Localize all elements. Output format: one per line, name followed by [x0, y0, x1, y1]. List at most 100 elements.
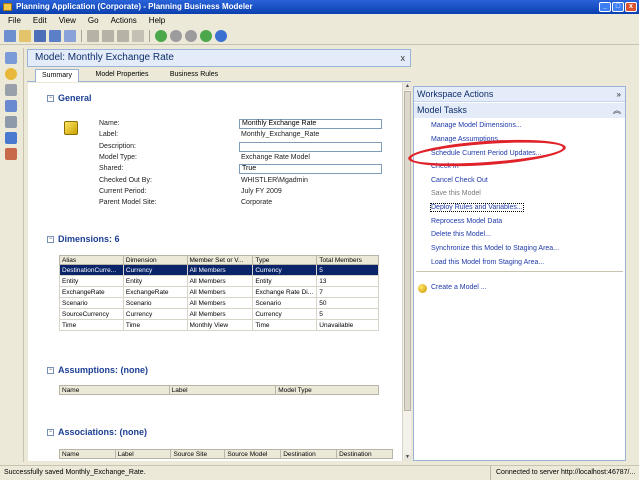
close-window-button[interactable]: x: [625, 2, 637, 12]
status-message: Successfully saved Monthly_Exchange_Rate…: [4, 469, 146, 476]
chevron-up-icon[interactable]: ︽: [613, 103, 621, 118]
copy-icon[interactable]: [102, 29, 114, 42]
task-deploy-rules[interactable]: Deploy Rules and Variables...: [430, 203, 524, 212]
content-scrollbar[interactable]: ▲ ▼: [402, 83, 411, 461]
table-row[interactable]: Time Time Monthly View Time Unavailable: [59, 319, 379, 331]
assumptions-collapse-toggle[interactable]: −: [47, 367, 54, 374]
shared-label: Shared:: [99, 165, 124, 172]
column-header[interactable]: Name: [59, 385, 170, 395]
save-icon[interactable]: [34, 29, 46, 42]
shared-field[interactable]: True: [239, 164, 382, 174]
column-header[interactable]: Member Set or V...: [186, 255, 254, 265]
scroll-down-icon[interactable]: ▼: [404, 454, 411, 461]
column-header[interactable]: Name: [59, 449, 116, 459]
maximize-button[interactable]: □: [612, 2, 624, 12]
forms-icon[interactable]: [5, 100, 17, 112]
dimensions-header-row: Alias Dimension Member Set or V... Type …: [59, 255, 379, 265]
minimize-button[interactable]: _: [599, 2, 611, 12]
model-type-value: Exchange Rate Model: [241, 154, 310, 161]
name-field[interactable]: Monthly Exchange Rate: [239, 119, 382, 129]
general-collapse-toggle[interactable]: −: [47, 95, 54, 102]
table-cell: Entity: [59, 275, 124, 287]
task-manage-assumptions[interactable]: Manage Assumptions...: [431, 136, 504, 143]
refresh-icon[interactable]: [200, 29, 212, 42]
table-cell: Unavailable: [316, 319, 379, 331]
toolbar: [0, 27, 639, 45]
task-manage-model-dimensions[interactable]: Manage Model Dimensions...: [431, 122, 522, 129]
table-row[interactable]: SourceCurrency Currency All Members Curr…: [59, 308, 379, 320]
menu-go[interactable]: Go: [88, 14, 99, 27]
help-icon[interactable]: [215, 29, 227, 42]
paste-icon[interactable]: [117, 29, 129, 42]
cut-icon[interactable]: [87, 29, 99, 42]
column-header[interactable]: Destination: [280, 449, 338, 459]
column-header[interactable]: Source Site: [170, 449, 226, 459]
print-icon[interactable]: [64, 29, 76, 42]
tab-business-rules[interactable]: Business Rules: [165, 69, 223, 82]
forward-icon[interactable]: [170, 29, 182, 42]
dimensions-section-title: Dimensions: 6: [58, 234, 120, 244]
task-delete-model[interactable]: Delete this Model...: [431, 231, 491, 238]
menu-file[interactable]: File: [8, 14, 21, 27]
column-header[interactable]: Source Model: [224, 449, 282, 459]
task-check-in[interactable]: Check In: [431, 163, 459, 170]
window-controls: _ □ x: [599, 2, 637, 12]
description-field[interactable]: [239, 142, 382, 152]
table-cell: All Members: [186, 275, 254, 287]
general-section-title: General: [58, 93, 92, 103]
menu-help[interactable]: Help: [149, 14, 165, 27]
dimensions-collapse-toggle[interactable]: −: [47, 236, 54, 243]
column-header[interactable]: Dimension: [122, 255, 188, 265]
table-cell: Entity: [122, 275, 188, 287]
scroll-thumb[interactable]: [404, 91, 411, 411]
chevron-right-icon[interactable]: »: [617, 87, 621, 102]
tab-model-properties[interactable]: Model Properties: [89, 69, 155, 82]
scroll-up-icon[interactable]: ▲: [404, 83, 411, 90]
expand-pane-icon[interactable]: [5, 52, 17, 64]
stop-icon[interactable]: [185, 29, 197, 42]
menu-edit[interactable]: Edit: [33, 14, 47, 27]
task-synchronize-staging[interactable]: Synchronize this Model to Staging Area..…: [431, 245, 559, 252]
security-icon[interactable]: [5, 132, 17, 144]
document-title: Model: Monthly Exchange Rate: [35, 52, 174, 63]
menu-view[interactable]: View: [59, 14, 76, 27]
column-header[interactable]: Total Members: [316, 255, 379, 265]
task-reprocess-model-data[interactable]: Reprocess Model Data: [431, 218, 502, 225]
dimensions-table: Alias Dimension Member Set or V... Type …: [59, 255, 379, 331]
table-cell: Scenario: [252, 297, 318, 309]
summary-panel: − General Name: Monthly Exchange Rate La…: [28, 83, 402, 461]
back-icon[interactable]: [155, 29, 167, 42]
task-cancel-check-out[interactable]: Cancel Check Out: [431, 177, 488, 184]
toolbar-separator: [149, 29, 150, 42]
description-label: Description:: [99, 143, 136, 150]
associations-icon[interactable]: [5, 148, 17, 160]
column-header[interactable]: Type: [252, 255, 318, 265]
task-create-model[interactable]: Create a Model ...: [431, 284, 487, 291]
delete-icon[interactable]: [132, 29, 144, 42]
toolbar-separator: [81, 29, 82, 42]
process-icon[interactable]: [5, 116, 17, 128]
menu-actions[interactable]: Actions: [111, 14, 137, 27]
column-header[interactable]: Label: [114, 449, 172, 459]
open-folder-icon[interactable]: [19, 29, 31, 42]
models-icon[interactable]: [5, 68, 17, 80]
associations-collapse-toggle[interactable]: −: [47, 429, 54, 436]
column-header[interactable]: Model Type: [275, 385, 379, 395]
table-row[interactable]: DestinationCurre... Currency All Members…: [59, 264, 379, 276]
column-header[interactable]: Label: [168, 385, 277, 395]
assumptions-section-title: Assumptions: (none): [58, 365, 148, 375]
table-row[interactable]: ExchangeRate ExchangeRate All Members Ex…: [59, 286, 379, 298]
status-bar: Successfully saved Monthly_Exchange_Rate…: [0, 465, 639, 480]
task-load-from-staging[interactable]: Load this Model from Staging Area...: [431, 259, 544, 266]
task-schedule-period-updates[interactable]: Schedule Current Period Updates...: [431, 150, 542, 157]
table-row[interactable]: Scenario Scenario All Members Scenario 5…: [59, 297, 379, 309]
dimensions-icon[interactable]: [5, 84, 17, 96]
new-icon[interactable]: [4, 29, 16, 42]
table-row[interactable]: Entity Entity All Members Entity 13: [59, 275, 379, 287]
table-cell: Time: [252, 319, 318, 331]
tab-summary[interactable]: Summary: [35, 69, 79, 82]
column-header[interactable]: Alias: [59, 255, 124, 265]
column-header[interactable]: Destination: [336, 449, 393, 459]
save-all-icon[interactable]: [49, 29, 61, 42]
close-document-icon[interactable]: x: [401, 50, 406, 66]
